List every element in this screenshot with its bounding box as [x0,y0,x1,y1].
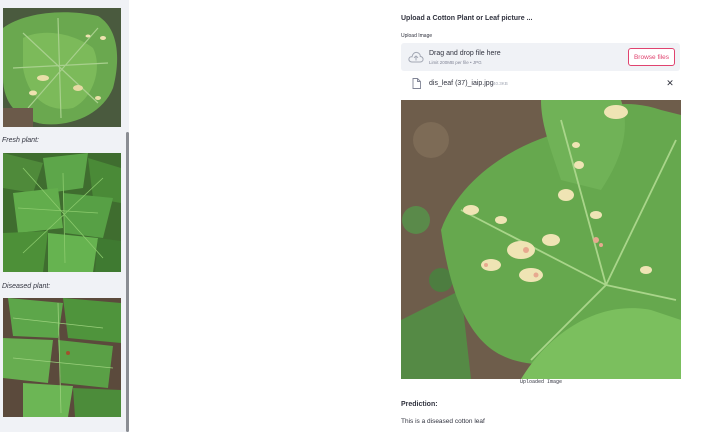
page-header: Upload a Cotton Plant or Leaf picture ..… [401,15,533,22]
sidebar: Fresh plant: Diseased plant: [0,0,128,432]
upload-image-label: Upload Image [401,33,433,39]
diseased-plant-caption: Diseased plant: [2,283,51,290]
prediction-result: This is a diseased cotton leaf [401,418,485,425]
uploaded-image-caption: Uploaded Image [519,379,562,385]
file-size: 40.3KB [493,81,508,86]
uploaded-image [401,100,681,379]
diseased-plant-image [3,298,121,417]
prediction-label: Prediction: [401,401,438,408]
drop-title: Drag and drop file here [429,50,501,57]
cloud-upload-icon [408,51,424,63]
file-limit-text: Limit 200MB per file • JPG [429,60,482,65]
file-dropzone[interactable]: Drag and drop file here Limit 200MB per … [401,43,680,71]
fresh-plant-caption: Fresh plant: [2,137,39,144]
fresh-plant-image [3,153,121,272]
uploaded-file-row: dis_leaf (37)_iaip.jpg 40.3KB ✕ [401,76,680,92]
file-icon [412,78,421,89]
remove-file-icon[interactable]: ✕ [665,78,675,88]
sidebar-scrollbar[interactable] [126,0,129,432]
cotton-leaf-sample-image [3,8,121,127]
file-name: dis_leaf (37)_iaip.jpg [429,80,494,87]
main-content: Upload a Cotton Plant or Leaf picture ..… [400,0,682,432]
scrollbar-thumb[interactable] [126,132,129,432]
browse-files-button[interactable]: Browse files [628,48,675,66]
